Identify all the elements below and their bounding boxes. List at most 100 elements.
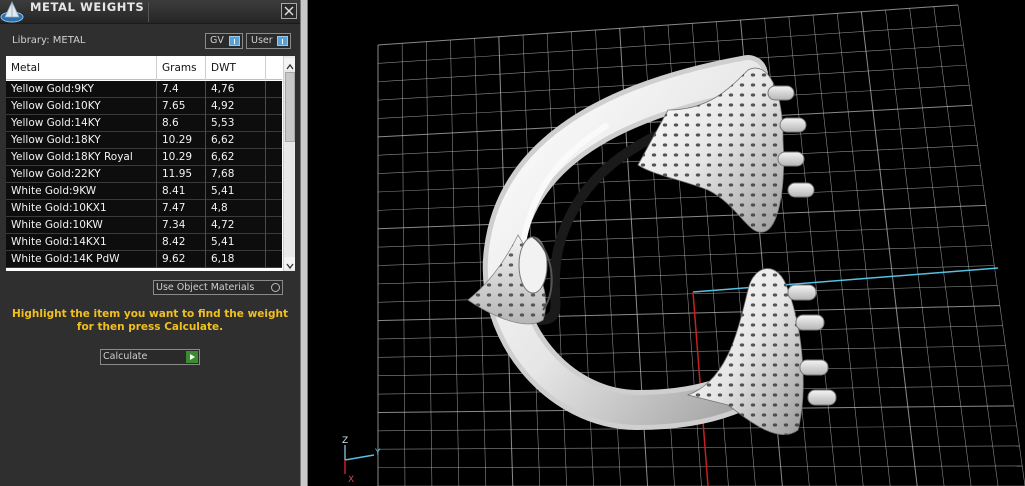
table-row[interactable]: Yellow Gold:18KY 10.29 6,62 bbox=[6, 132, 282, 149]
scroll-up-button[interactable] bbox=[284, 58, 295, 70]
gv-toggle-label: GV bbox=[210, 35, 224, 46]
axis-y-label: Y bbox=[374, 448, 381, 458]
scroll-down-icon bbox=[286, 263, 294, 270]
grid-line bbox=[885, 9, 945, 486]
column-header-dwt[interactable]: DWT bbox=[206, 56, 266, 80]
user-toggle-label: User bbox=[251, 35, 273, 46]
metal-cell: Yellow Gold:18KY bbox=[6, 132, 157, 149]
title-separator bbox=[148, 2, 149, 22]
app-logo-icon bbox=[0, 1, 24, 23]
grams-cell: 7.65 bbox=[157, 98, 206, 115]
toggle-knob-icon bbox=[277, 36, 288, 46]
metal-cell: Yellow Gold:9KY bbox=[6, 81, 157, 98]
scroll-down-button[interactable] bbox=[284, 257, 295, 270]
metal-cell: Yellow Gold:14KY bbox=[6, 115, 157, 132]
grams-cell: 7.47 bbox=[157, 200, 206, 217]
3d-viewport[interactable]: Z Y X bbox=[308, 0, 1025, 486]
blank-cell bbox=[266, 81, 276, 98]
table-row[interactable]: Yellow Gold:14KY 8.6 5,53 bbox=[6, 115, 282, 132]
scroll-thumb[interactable] bbox=[285, 72, 295, 142]
table-scrollbar[interactable] bbox=[283, 56, 295, 271]
blank-cell bbox=[266, 149, 276, 166]
panel-splitter[interactable] bbox=[300, 0, 308, 486]
dwt-cell: 4,72 bbox=[206, 217, 266, 234]
grams-cell: 9.62 bbox=[157, 251, 206, 268]
y-axis-line bbox=[692, 267, 999, 293]
axis-x-label: X bbox=[348, 475, 354, 485]
metal-cell: White Gold:10KX1 bbox=[6, 200, 157, 217]
blank-cell bbox=[266, 251, 276, 268]
blank-cell bbox=[266, 115, 276, 132]
metal-cell: Yellow Gold:22KY bbox=[6, 166, 157, 183]
grams-cell: 7.4 bbox=[157, 81, 206, 98]
metal-weights-panel: METAL WEIGHTS Library: METAL GV User Met… bbox=[0, 0, 300, 486]
dwt-cell: 5,41 bbox=[206, 183, 266, 200]
table-row[interactable]: White Gold:9KW 8.41 5,41 bbox=[6, 183, 282, 200]
grams-cell: 10.29 bbox=[157, 149, 206, 166]
dwt-cell: 6,62 bbox=[206, 132, 266, 149]
dwt-cell: 7,68 bbox=[206, 166, 266, 183]
grams-cell: 10.29 bbox=[157, 132, 206, 149]
dwt-cell: 6,62 bbox=[206, 149, 266, 166]
viewport-canvas: Z Y X bbox=[342, 4, 1025, 486]
calculate-button[interactable]: Calculate bbox=[100, 349, 200, 365]
dwt-cell: 4,92 bbox=[206, 98, 266, 115]
grid-line bbox=[957, 4, 1025, 486]
dwt-cell: 4,76 bbox=[206, 81, 266, 98]
table-row[interactable]: Yellow Gold:22KY 11.95 7,68 bbox=[6, 166, 282, 183]
grams-cell: 8.41 bbox=[157, 183, 206, 200]
table-row[interactable]: Yellow Gold:10KY 7.65 4,92 bbox=[6, 98, 282, 115]
table-row[interactable]: White Gold:14KX1 8.42 5,41 bbox=[6, 234, 282, 251]
grid-line bbox=[377, 245, 992, 266]
blank-cell bbox=[266, 234, 276, 251]
table-row[interactable]: White Gold:10KX1 7.47 4,8 bbox=[6, 200, 282, 217]
blank-cell bbox=[266, 166, 276, 183]
blank-cell bbox=[266, 217, 276, 234]
metal-cell: Yellow Gold:18KY Royal bbox=[6, 149, 157, 166]
table-row[interactable]: Yellow Gold:9KY 7.4 4,76 bbox=[6, 81, 282, 98]
close-button[interactable] bbox=[281, 3, 297, 19]
metal-cell: White Gold:10KW bbox=[6, 217, 157, 234]
panel-title: METAL WEIGHTS bbox=[30, 0, 145, 14]
column-header-grams[interactable]: Grams bbox=[157, 56, 206, 80]
grid-line bbox=[377, 265, 995, 285]
grams-cell: 8.6 bbox=[157, 115, 206, 132]
blank-cell bbox=[266, 183, 276, 200]
radio-icon bbox=[271, 283, 280, 292]
metal-cell: White Gold:14KX1 bbox=[6, 234, 157, 251]
table-body: Yellow Gold:9KY 7.4 4,76 Yellow Gold:10KY 7.… bbox=[6, 81, 282, 268]
panel-titlebar: METAL WEIGHTS bbox=[0, 0, 300, 24]
table-row[interactable]: White Gold:10KW 7.34 4,72 bbox=[6, 217, 282, 234]
grid-line bbox=[860, 11, 918, 486]
play-arrow-icon bbox=[186, 351, 198, 363]
use-object-materials-label: Use Object Materials bbox=[156, 282, 255, 293]
table-row[interactable]: White Gold:14K PdW 9.62 6,18 bbox=[6, 251, 282, 268]
dwt-cell: 6,18 bbox=[206, 251, 266, 268]
blank-cell bbox=[266, 200, 276, 217]
column-header-metal[interactable]: Metal bbox=[6, 56, 157, 80]
metal-cell: White Gold:14K PdW bbox=[6, 251, 157, 268]
instruction-line-1: Highlight the item you want to find the … bbox=[12, 308, 288, 320]
grid-line bbox=[812, 14, 864, 486]
instructions-text: Highlight the item you want to find the … bbox=[10, 308, 290, 334]
metal-cell: White Gold:9KW bbox=[6, 183, 157, 200]
grams-cell: 7.34 bbox=[157, 217, 206, 234]
dwt-cell: 5,41 bbox=[206, 234, 266, 251]
grid-line bbox=[909, 8, 972, 486]
axis-z-label: Z bbox=[342, 436, 348, 446]
table-header: Metal Grams DWT bbox=[6, 56, 282, 80]
blank-cell bbox=[266, 98, 276, 115]
use-object-materials-option[interactable]: Use Object Materials bbox=[153, 280, 283, 295]
grams-cell: 8.42 bbox=[157, 234, 206, 251]
user-toggle[interactable]: User bbox=[246, 33, 291, 49]
grid-line bbox=[933, 6, 999, 486]
metal-cell: Yellow Gold:10KY bbox=[6, 98, 157, 115]
ring-model[interactable] bbox=[467, 55, 837, 435]
gv-toggle[interactable]: GV bbox=[205, 33, 243, 49]
metal-table: Metal Grams DWT Yellow Gold:9KY 7.4 4,76 Ye… bbox=[6, 56, 295, 271]
blank-cell bbox=[266, 132, 276, 149]
dwt-cell: 5,53 bbox=[206, 115, 266, 132]
instruction-line-2: for then press Calculate. bbox=[76, 321, 224, 333]
table-row[interactable]: Yellow Gold:18KY Royal 10.29 6,62 bbox=[6, 149, 282, 166]
axis-triad: Z Y X bbox=[342, 436, 381, 485]
